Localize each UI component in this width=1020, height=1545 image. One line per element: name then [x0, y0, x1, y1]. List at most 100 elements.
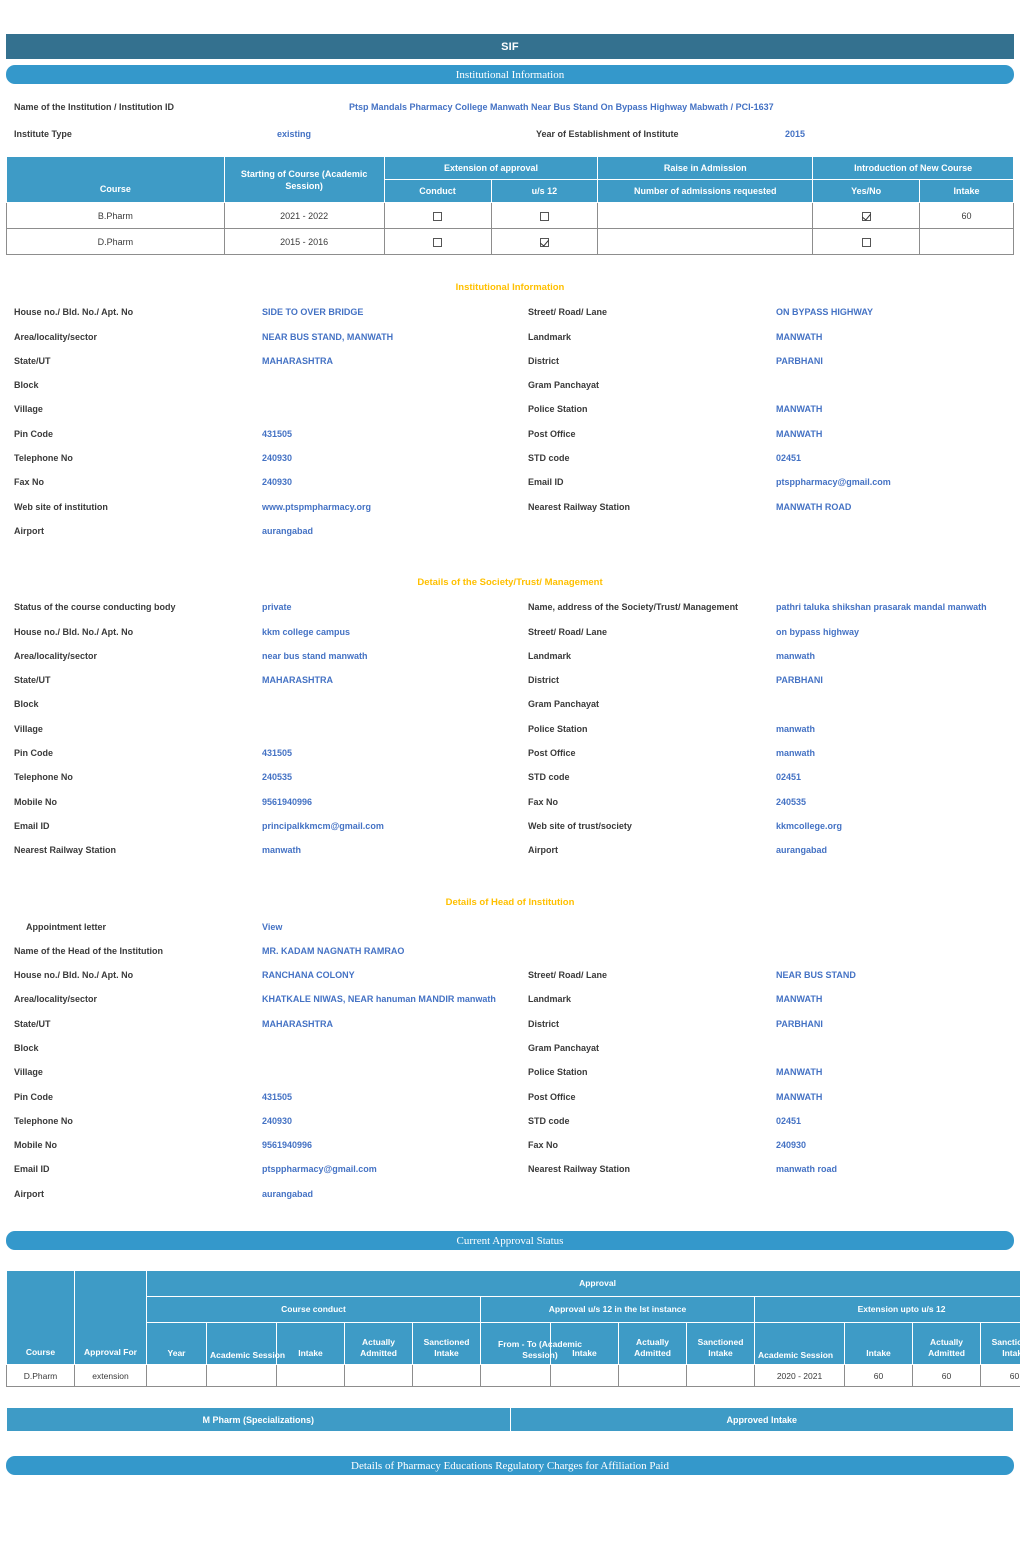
sif-page: SIF Institutional Information Name of th…	[0, 34, 1020, 1545]
detail-label-right: Web site of trust/society	[528, 821, 776, 831]
institute-type-label: Institute Type	[14, 129, 277, 139]
checkbox-unchecked-icon[interactable]	[540, 212, 549, 221]
detail-label-left: Pin Code	[14, 429, 262, 439]
th-ext-actually-admitted: Actually Admitted	[913, 1323, 981, 1365]
cell-yesno-checkbox[interactable]	[813, 203, 920, 229]
detail-label-left: Mobile No	[14, 797, 262, 807]
detail-value-right: MANWATH	[776, 1067, 1006, 1077]
th-conduct: Conduct	[384, 180, 491, 203]
detail-value-left: ptsppharmacy@gmail.com	[262, 1164, 528, 1174]
detail-row: Web site of institutionwww.ptspmpharmacy…	[14, 502, 1006, 526]
detail-label-right: STD code	[528, 1116, 776, 1126]
detail-value-right: ON BYPASS HIGHWAY	[776, 307, 1006, 317]
detail-value-right: pathri taluka shikshan prasarak mandal m…	[776, 602, 1006, 612]
heading-society-trust-management: Details of the Society/Trust/ Management	[0, 577, 1020, 588]
cell-academic-session: 2015 - 2016	[224, 229, 384, 255]
cell-us12-checkbox[interactable]	[491, 229, 598, 255]
th-a12-actually-admitted: Actually Admitted	[619, 1323, 687, 1365]
detail-value-left: SIDE TO OVER BRIDGE	[262, 307, 528, 317]
detail-label-right: Landmark	[528, 332, 776, 342]
cell-us12-checkbox[interactable]	[491, 203, 598, 229]
th-approval-us12-first-instance: Approval u/s 12 in the lst instance	[481, 1297, 755, 1323]
th-introduction-of-new-course: Introduction of New Course	[813, 157, 1014, 180]
detail-label-left: Status of the course conducting body	[14, 602, 262, 612]
detail-label-left: House no./ Bld. No./ Apt. No	[14, 307, 262, 317]
detail-label-right: Airport	[528, 845, 776, 855]
detail-label-right: Post Office	[528, 1092, 776, 1102]
detail-value-right: MANWATH	[776, 404, 1006, 414]
th-yes-no: Yes/No	[813, 180, 920, 203]
detail-value-right: MANWATH	[776, 429, 1006, 439]
detail-label-left: Email ID	[14, 821, 262, 831]
detail-value-right: 02451	[776, 1116, 1006, 1126]
detail-label-right: Post Office	[528, 429, 776, 439]
detail-value-left: 431505	[262, 1092, 528, 1102]
detail-label-left: Area/locality/sector	[14, 994, 262, 1004]
cell-conduct-checkbox[interactable]	[384, 203, 491, 229]
detail-row: Pin Code431505Post OfficeMANWATH	[14, 1092, 1006, 1116]
heading-head-of-institution: Details of Head of Institution	[0, 897, 1020, 908]
detail-label-left: Pin Code	[14, 748, 262, 758]
detail-value-left: MAHARASHTRA	[262, 356, 528, 366]
detail-value-left: MAHARASHTRA	[262, 675, 528, 685]
cell-new-course-intake: 60	[920, 203, 1014, 229]
detail-label-left: Area/locality/sector	[14, 651, 262, 661]
detail-label-right: Post Office	[528, 748, 776, 758]
th-extension-upto-us12: Extension upto u/s 12	[755, 1297, 1020, 1323]
detail-label-left: Village	[14, 724, 262, 734]
cell-admissions-requested	[598, 229, 813, 255]
institution-name-row: Name of the Institution / Institution ID…	[0, 102, 1020, 112]
mpharm-specializations-table: M Pharm (Specializations) Approved Intak…	[6, 1407, 1014, 1432]
detail-label-left: Area/locality/sector	[14, 332, 262, 342]
cell-a12-admitted	[619, 1365, 687, 1387]
detail-row: Pin Code431505Post Officemanwath	[14, 748, 1006, 772]
detail-label-left: Fax No	[14, 477, 262, 487]
th-ext-intake: Intake	[845, 1323, 913, 1365]
institute-type-row: Institute Type existing Year of Establis…	[0, 129, 1020, 139]
detail-label-right: STD code	[528, 772, 776, 782]
detail-row: House no./ Bld. No./ Apt. NoSIDE TO OVER…	[14, 307, 1006, 331]
detail-value-right: manwath	[776, 748, 1006, 758]
detail-value-right: MANWATH	[776, 332, 1006, 342]
detail-value-left: 431505	[262, 429, 528, 439]
checkbox-unchecked-icon[interactable]	[433, 212, 442, 221]
th-ext-academic-session: Academic Session	[755, 1323, 845, 1365]
cell-conduct-checkbox[interactable]	[384, 229, 491, 255]
cell-yesno-checkbox[interactable]	[813, 229, 920, 255]
detail-label-left: Airport	[14, 526, 262, 536]
cell-cc-session	[207, 1365, 277, 1387]
detail-value-left: www.ptspmpharmacy.org	[262, 502, 528, 512]
cell-course: B.Pharm	[7, 203, 225, 229]
checkbox-unchecked-icon[interactable]	[862, 238, 871, 247]
detail-label-left: Village	[14, 404, 262, 414]
cell-a12-intake	[551, 1365, 619, 1387]
detail-row: BlockGram Panchayat	[14, 1043, 1006, 1067]
checkbox-checked-icon[interactable]	[540, 238, 549, 247]
detail-row: Telephone No240930STD code02451	[14, 1116, 1006, 1140]
detail-value-right: 02451	[776, 772, 1006, 782]
detail-value-right: manwath road	[776, 1164, 1006, 1174]
detail-value-right: aurangabad	[776, 845, 1006, 855]
detail-label-right: Street/ Road/ Lane	[528, 307, 776, 317]
detail-row: Fax No240930Email IDptsppharmacy@gmail.c…	[14, 477, 1006, 501]
th-cc-actually-admitted: Actually Admitted	[345, 1323, 413, 1365]
detail-value-right: 240930	[776, 1140, 1006, 1150]
page-title: SIF	[6, 34, 1014, 59]
detail-row: Nearest Railway StationmanwathAirportaur…	[14, 845, 1006, 869]
checkbox-unchecked-icon[interactable]	[433, 238, 442, 247]
th-cc-sanctioned-intake: Sanctioned Intake	[413, 1323, 481, 1365]
th-course-conduct: Course conduct	[147, 1297, 481, 1323]
appointment-letter-view-link[interactable]: View	[262, 922, 528, 932]
detail-row: Mobile No9561940996Fax No240535	[14, 797, 1006, 821]
year-establishment-label: Year of Establishment of Institute	[536, 129, 785, 139]
current-approval-status-table: Course Approval For Approval Course cond…	[6, 1270, 1020, 1387]
detail-label-right: Email ID	[528, 477, 776, 487]
detail-label-left: Block	[14, 1043, 262, 1053]
cell-approval-for: extension	[75, 1365, 147, 1387]
th-cc-academic-session: Academic Session	[207, 1323, 277, 1365]
checkbox-checked-icon[interactable]	[862, 212, 871, 221]
detail-value-left: private	[262, 602, 528, 612]
course-table-header-row-1: Course Starting of Course (Academic Sess…	[7, 157, 1014, 180]
detail-value-right: MANWATH ROAD	[776, 502, 1006, 512]
detail-label-right: Street/ Road/ Lane	[528, 970, 776, 980]
